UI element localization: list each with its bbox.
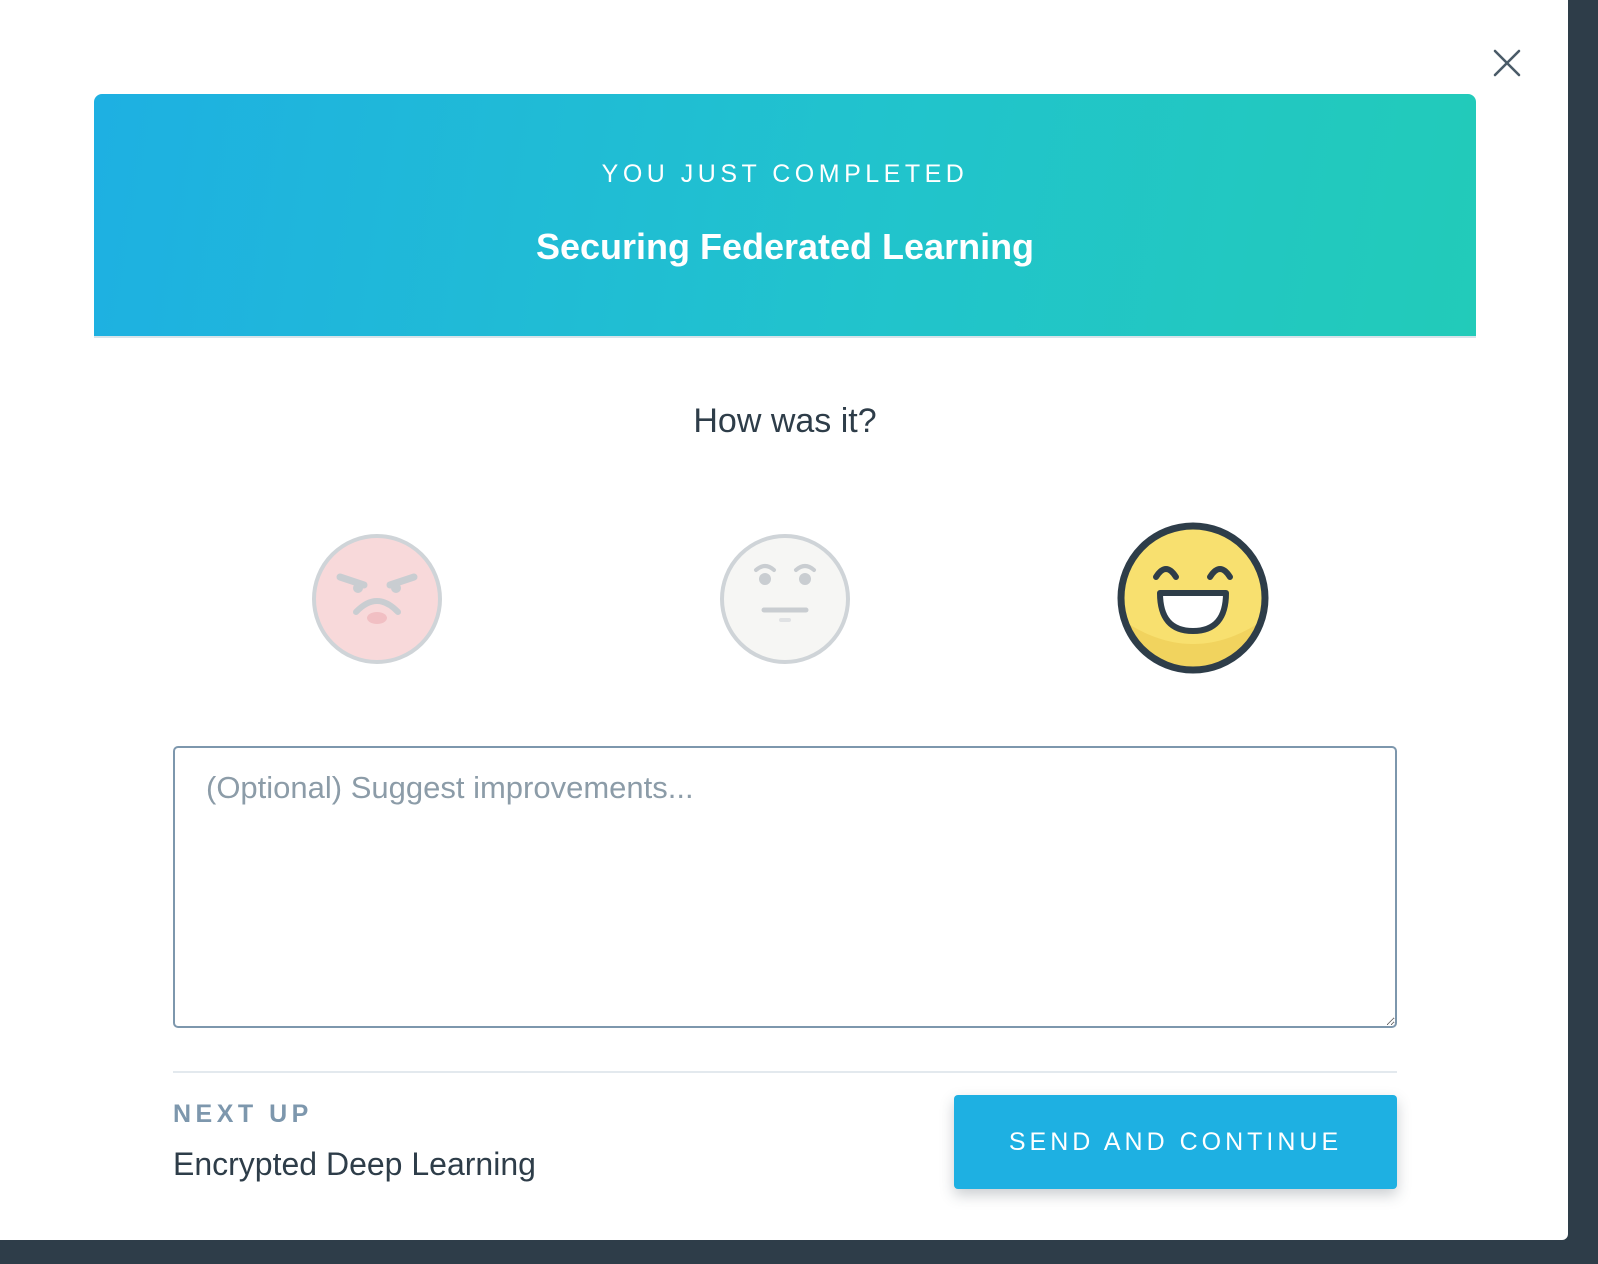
close-button[interactable] bbox=[1486, 42, 1528, 84]
completion-banner: YOU JUST COMPLETED Securing Federated Le… bbox=[94, 94, 1476, 338]
next-up-title[interactable]: Encrypted Deep Learning bbox=[173, 1146, 536, 1183]
lesson-title: Securing Federated Learning bbox=[535, 226, 1035, 267]
happy-face-icon bbox=[1117, 522, 1269, 674]
close-icon bbox=[1493, 49, 1521, 77]
footer-divider bbox=[173, 1071, 1397, 1073]
rating-option-neutral[interactable] bbox=[718, 532, 852, 666]
neutral-face-icon bbox=[720, 534, 850, 664]
feedback-textarea[interactable] bbox=[173, 746, 1397, 1028]
rating-option-bad[interactable] bbox=[310, 532, 444, 666]
next-up-label: NEXT UP bbox=[173, 1100, 313, 1128]
rating-option-good[interactable] bbox=[1114, 519, 1272, 677]
completed-eyebrow: YOU JUST COMPLETED bbox=[601, 160, 969, 188]
completion-modal: YOU JUST COMPLETED Securing Federated Le… bbox=[0, 0, 1568, 1240]
angry-face-icon bbox=[312, 534, 442, 664]
send-and-continue-button[interactable]: SEND AND CONTINUE bbox=[954, 1095, 1397, 1189]
rating-question: How was it? bbox=[693, 402, 877, 440]
